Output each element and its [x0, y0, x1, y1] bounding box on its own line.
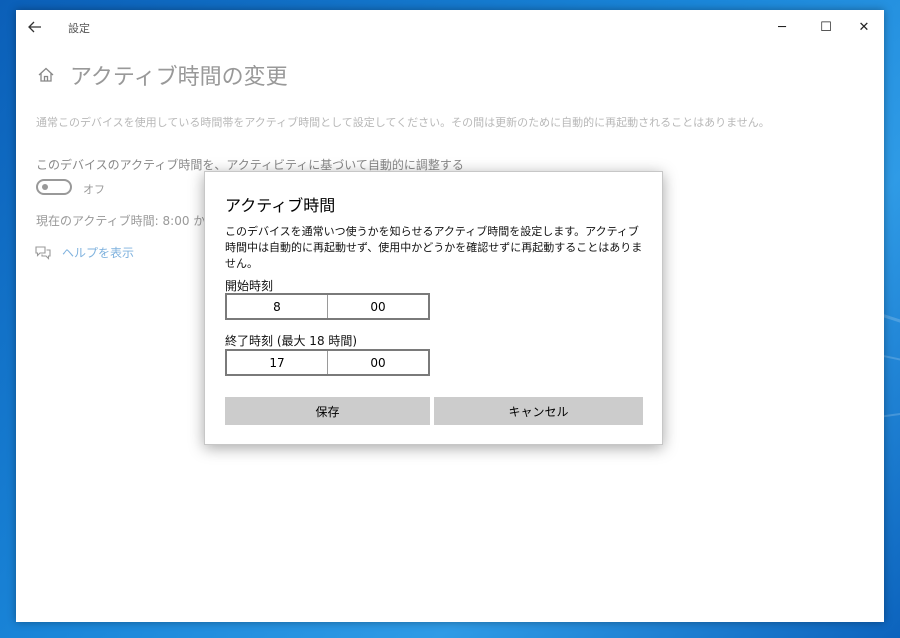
title-bar: 設定 ─ ☐ ✕	[16, 10, 884, 44]
cancel-button[interactable]: キャンセル	[434, 397, 643, 425]
home-icon[interactable]	[36, 65, 56, 85]
active-hours-dialog: アクティブ時間 このデバイスを通常いつ使うかを知らせるアクティブ時間を設定します…	[204, 171, 663, 445]
start-hour-value[interactable]: 8	[227, 295, 328, 318]
help-chat-icon	[35, 245, 51, 260]
minimize-button[interactable]: ─	[762, 10, 802, 44]
end-minute-value[interactable]: 00	[328, 351, 428, 374]
page-title: アクティブ時間の変更	[70, 65, 288, 90]
back-button[interactable]	[22, 14, 48, 40]
maximize-button[interactable]: ☐	[806, 10, 846, 44]
end-time-label: 終了時刻 (最大 18 時間)	[225, 334, 358, 348]
back-arrow-icon	[28, 21, 41, 33]
dialog-description: このデバイスを通常いつ使うかを知らせるアクティブ時間を設定します。アクティブ時間…	[225, 225, 643, 270]
dialog-title: アクティブ時間	[225, 196, 336, 215]
app-title: 設定	[68, 22, 90, 35]
auto-adjust-toggle[interactable]	[36, 179, 72, 195]
end-hour-value[interactable]: 17	[227, 351, 328, 374]
desktop-background: 設定 ─ ☐ ✕ アクティブ時間の変更 通常このデバイスを使用している時間帯をア…	[0, 0, 900, 638]
page-header: アクティブ時間の変更	[36, 60, 288, 90]
close-button[interactable]: ✕	[844, 10, 884, 44]
end-time-picker[interactable]: 17 00	[225, 349, 430, 376]
help-row[interactable]: ヘルプを表示	[34, 244, 134, 261]
start-time-picker[interactable]: 8 00	[225, 293, 430, 320]
help-link[interactable]: ヘルプを表示	[62, 244, 134, 261]
toggle-state-text: オフ	[83, 183, 105, 196]
start-time-label: 開始時刻	[225, 279, 274, 293]
toggle-knob	[42, 184, 48, 190]
start-minute-value[interactable]: 00	[328, 295, 428, 318]
save-button[interactable]: 保存	[225, 397, 430, 425]
page-description: 通常このデバイスを使用している時間帯をアクティブ時間として設定してください。その…	[36, 116, 770, 129]
